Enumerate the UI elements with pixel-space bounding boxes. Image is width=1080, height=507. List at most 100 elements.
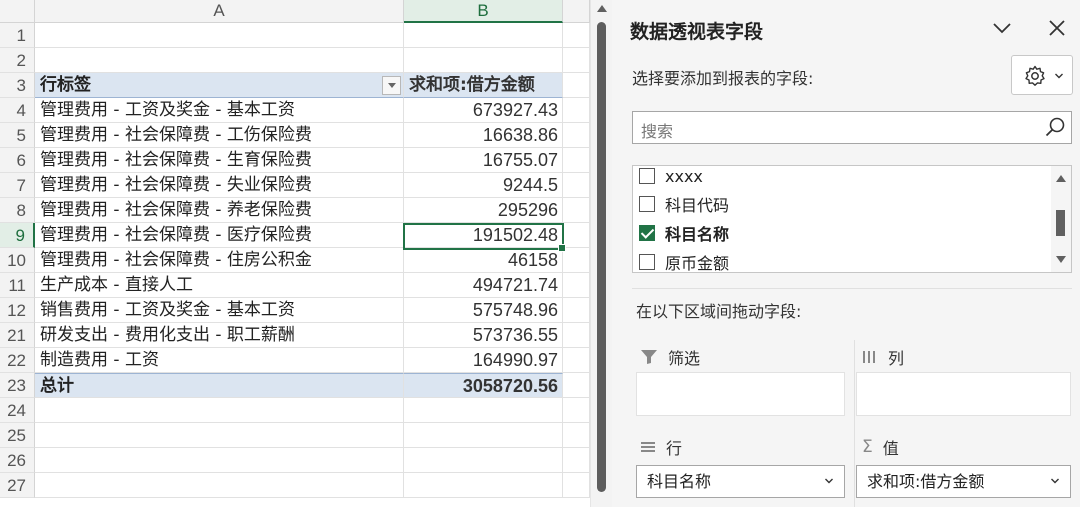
grand-total-value[interactable]: 3058720.56 [404,373,563,398]
sheet-vertical-scrollbar[interactable] [590,0,612,507]
values-field-dropdown[interactable]: 求和项:借方金额 [856,465,1071,498]
rows-field-dropdown[interactable]: 科目名称 [636,465,845,498]
chevron-down-icon[interactable] [990,16,1014,40]
pivot-row-label[interactable]: 生产成本 - 直接人工 [35,273,404,298]
row-number[interactable]: 12 [0,298,35,323]
field-item[interactable]: 科目代码 [639,192,729,216]
pivot-value-cell[interactable]: 295296 [404,198,563,223]
field-item[interactable]: 原币金额 [639,250,729,272]
cell[interactable] [563,323,590,348]
cell[interactable] [35,448,404,473]
cell[interactable] [35,423,404,448]
cell[interactable] [404,448,563,473]
row-number[interactable]: 26 [0,448,35,473]
field-search-input[interactable]: 搜索 [632,111,1072,144]
row-number[interactable]: 3 [0,73,35,98]
column-header-a[interactable]: A [35,0,404,23]
row-number[interactable]: 11 [0,273,35,298]
row-number[interactable]: 25 [0,423,35,448]
scroll-up-arrow-icon[interactable] [597,5,607,12]
checkbox[interactable] [639,254,655,270]
pivot-value-cell[interactable]: 9244.5 [404,173,563,198]
field-list-scrollbar[interactable] [1051,166,1071,272]
pivot-row-label[interactable]: 管理费用 - 社会保障费 - 生育保险费 [35,148,404,173]
row-number[interactable]: 7 [0,173,35,198]
scrollbar-thumb[interactable] [1056,210,1065,236]
pivot-row-label[interactable]: 制造费用 - 工资 [35,348,404,373]
cell[interactable] [563,448,590,473]
cell[interactable] [404,473,563,498]
field-list[interactable]: xxxx 科目代码 科目名称 原币金额 [632,165,1072,273]
pivot-row-label[interactable]: 管理费用 - 社会保障费 - 住房公积金 [35,248,404,273]
pivot-row-label[interactable]: 管理费用 - 工资及奖金 - 基本工资 [35,98,404,123]
pivot-value-cell[interactable]: 16638.86 [404,123,563,148]
cell[interactable] [563,348,590,373]
field-item[interactable]: 科目名称 [639,221,729,245]
cell[interactable] [563,273,590,298]
cell[interactable] [563,73,590,98]
row-labels-filter-dropdown[interactable] [382,76,401,95]
row-number[interactable]: 6 [0,148,35,173]
row-number[interactable]: 22 [0,348,35,373]
cell[interactable] [563,48,590,73]
pivot-row-label[interactable]: 研发支出 - 费用化支出 - 职工薪酬 [35,323,404,348]
field-item[interactable]: xxxx [639,166,703,188]
cell[interactable] [563,23,590,48]
cell[interactable] [563,223,590,248]
row-number[interactable]: 8 [0,198,35,223]
pivot-value-header[interactable]: 求和项:借方金额 [404,73,563,98]
row-number[interactable]: 1 [0,23,35,48]
cell[interactable] [563,173,590,198]
scroll-down-arrow-icon[interactable] [1056,256,1066,263]
cell[interactable] [35,48,404,73]
cell[interactable] [404,398,563,423]
cell[interactable] [563,123,590,148]
cell[interactable] [563,423,590,448]
cell[interactable] [563,373,590,398]
pivot-value-cell[interactable]: 16755.07 [404,148,563,173]
pivot-value-cell[interactable]: 673927.43 [404,98,563,123]
checkbox-checked[interactable] [639,225,655,241]
cell[interactable] [563,473,590,498]
cell[interactable] [404,423,563,448]
column-header-b[interactable]: B [404,0,563,23]
search-icon[interactable] [1043,116,1067,140]
cell[interactable] [563,98,590,123]
row-number[interactable]: 5 [0,123,35,148]
checkbox[interactable] [639,168,655,184]
cell[interactable] [563,148,590,173]
pivot-value-cell[interactable]: 46158 [404,248,563,273]
pivot-value-cell[interactable]: 164990.97 [404,348,563,373]
columns-drop-area[interactable] [856,372,1071,416]
field-list-settings-button[interactable] [1011,55,1073,95]
close-icon[interactable] [1045,16,1069,40]
filter-drop-area[interactable] [636,372,845,416]
row-number[interactable]: 9 [0,223,35,248]
pivot-row-label[interactable]: 管理费用 - 社会保障费 - 医疗保险费 [35,223,404,248]
select-all-corner[interactable] [0,0,35,23]
row-number[interactable]: 10 [0,248,35,273]
pivot-value-cell[interactable]: 494721.74 [404,273,563,298]
cell[interactable] [563,398,590,423]
pivot-row-labels-header[interactable]: 行标签 [35,73,404,98]
row-number[interactable]: 2 [0,48,35,73]
cell[interactable] [563,298,590,323]
cell[interactable] [404,23,563,48]
cell[interactable] [35,23,404,48]
row-number[interactable]: 27 [0,473,35,498]
cell[interactable] [404,48,563,73]
scroll-up-arrow-icon[interactable] [1056,175,1066,182]
pivot-row-label[interactable]: 销售费用 - 工资及奖金 - 基本工资 [35,298,404,323]
pivot-row-label[interactable]: 管理费用 - 社会保障费 - 工伤保险费 [35,123,404,148]
cell[interactable] [563,198,590,223]
row-number[interactable]: 24 [0,398,35,423]
cell[interactable] [35,473,404,498]
row-number[interactable]: 4 [0,98,35,123]
cell[interactable] [35,398,404,423]
cell[interactable] [563,248,590,273]
checkbox[interactable] [639,196,655,212]
spreadsheet-grid[interactable]: A B 1 2 3 行标签 求和项:借方金额 4 管理费用 - 工资及奖金 - … [0,0,590,507]
pivot-row-label[interactable]: 管理费用 - 社会保障费 - 养老保险费 [35,198,404,223]
column-header-c[interactable] [563,0,590,23]
pivot-value-cell[interactable]: 575748.96 [404,298,563,323]
